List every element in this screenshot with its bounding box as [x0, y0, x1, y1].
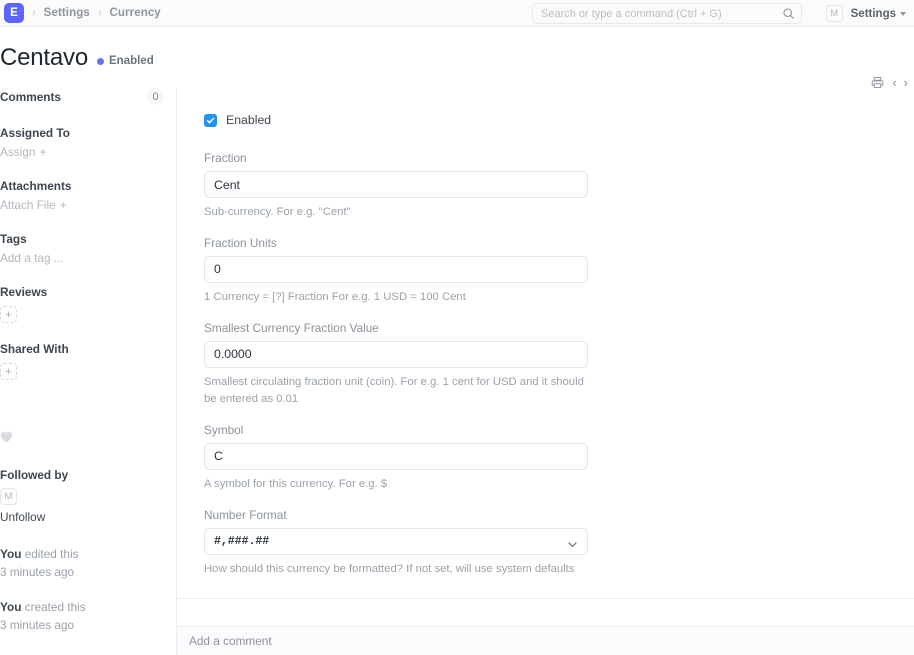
field-label: Fraction	[204, 151, 914, 165]
follower-avatar[interactable]: M	[0, 488, 17, 505]
sidebar-section-tags: Tags Add a tag ...	[0, 232, 164, 265]
field-label: Symbol	[204, 423, 914, 437]
avatar[interactable]: M	[826, 5, 843, 22]
field-help: How should this currency be formatted? I…	[204, 561, 596, 578]
field-symbol: Symbol A symbol for this currency. For e…	[204, 423, 914, 493]
comments-label: Comments	[0, 90, 61, 104]
breadcrumb-item-settings[interactable]: Settings	[44, 7, 90, 19]
assigned-to-label: Assigned To	[0, 126, 164, 140]
add-tag-label: Add a tag ...	[0, 251, 64, 265]
comment-section: Add a comment	[177, 626, 914, 655]
assign-label: Assign	[0, 145, 35, 159]
sidebar-section-attachments: Attachments Attach File +	[0, 179, 164, 212]
breadcrumb-item-currency[interactable]: Currency	[110, 7, 161, 19]
number-format-select[interactable]	[204, 528, 588, 555]
field-label: Fraction Units	[204, 236, 914, 250]
reviews-label: Reviews	[0, 285, 164, 299]
field-help: 1 Currency = [?] Fraction For e.g. 1 USD…	[204, 289, 596, 306]
comments-count: 0	[147, 88, 164, 105]
smallest-fraction-value-input[interactable]	[204, 341, 588, 368]
plus-icon: +	[60, 198, 67, 212]
sidebar-section-followed-by: Followed by M Unfollow	[0, 468, 164, 524]
attachments-label: Attachments	[0, 179, 164, 193]
enabled-checkbox[interactable]	[204, 114, 217, 127]
attach-file-label: Attach File	[0, 198, 56, 212]
page-title: Centavo	[0, 46, 88, 70]
plus-icon: +	[39, 145, 46, 159]
add-tag-input[interactable]: Add a tag ...	[0, 251, 164, 265]
field-label: Smallest Currency Fraction Value	[204, 321, 914, 335]
activity-action: created this	[25, 600, 86, 614]
fraction-units-input[interactable]	[204, 256, 588, 283]
page-header: Centavo Enabled ‹ ›	[0, 27, 914, 88]
app-logo[interactable]: E	[4, 3, 24, 23]
page-body: Comments 0 Assigned To Assign + Attachme…	[0, 88, 914, 655]
symbol-input[interactable]	[204, 443, 588, 470]
tags-label: Tags	[0, 232, 164, 246]
status-dot-icon	[97, 58, 104, 65]
user-menu[interactable]: Settings	[851, 8, 906, 20]
activity-time: 3 minutes ago	[0, 563, 164, 581]
sidebar-section-assigned-to: Assigned To Assign +	[0, 126, 164, 159]
search-input[interactable]	[532, 3, 802, 24]
field-help: Sub-currency. For e.g. "Cent"	[204, 204, 596, 221]
activity-actor: You	[0, 600, 21, 614]
followed-by-label: Followed by	[0, 468, 164, 482]
activity-item-created: You created this 3 minutes ago	[0, 598, 164, 635]
add-review-button[interactable]: +	[0, 306, 17, 323]
field-help: A symbol for this currency. For e.g. $	[204, 476, 596, 493]
field-fraction-units: Fraction Units 1 Currency = [?] Fraction…	[204, 236, 914, 306]
user-menu-label: Settings	[851, 8, 896, 20]
field-help: Smallest circulating fraction unit (coin…	[204, 374, 596, 408]
sidebar: Comments 0 Assigned To Assign + Attachme…	[0, 88, 177, 655]
chevron-down-icon	[900, 12, 906, 16]
field-number-format: Number Format How should this currency b…	[204, 508, 914, 578]
fraction-input[interactable]	[204, 171, 588, 198]
sidebar-section-shared-with: Shared With +	[0, 342, 164, 380]
sidebar-section-reviews: Reviews +	[0, 285, 164, 323]
field-label: Number Format	[204, 508, 914, 522]
number-format-select-wrap	[204, 528, 588, 555]
navbar: E › Settings › Currency M Settings	[0, 0, 914, 27]
heart-icon[interactable]	[0, 431, 164, 446]
activity-item-edited: You edited this 3 minutes ago	[0, 545, 164, 582]
breadcrumb: E › Settings › Currency	[2, 3, 161, 23]
title-block: Centavo Enabled	[0, 46, 154, 70]
breadcrumb-separator-1: ›	[24, 8, 44, 19]
shared-with-label: Shared With	[0, 342, 164, 356]
currency-form: Enabled Fraction Sub-currency. For e.g. …	[177, 88, 914, 599]
sidebar-item-comments[interactable]: Comments 0	[0, 88, 164, 105]
breadcrumb-separator-2: ›	[90, 8, 110, 19]
activity-actor: You	[0, 547, 21, 561]
assign-button[interactable]: Assign +	[0, 145, 164, 159]
navbar-user-area: M Settings	[826, 0, 906, 27]
comment-section-title: Add a comment	[177, 626, 914, 655]
enabled-checkbox-label: Enabled	[226, 113, 271, 127]
attach-file-button[interactable]: Attach File +	[0, 198, 164, 212]
field-fraction: Fraction Sub-currency. For e.g. "Cent"	[204, 151, 914, 221]
unfollow-button[interactable]: Unfollow	[0, 510, 164, 524]
status-badge[interactable]: Enabled	[97, 55, 154, 67]
enabled-checkbox-row[interactable]: Enabled	[204, 113, 914, 127]
status-label: Enabled	[109, 55, 154, 67]
search-container	[532, 3, 802, 24]
activity-action: edited this	[25, 547, 79, 561]
add-share-button[interactable]: +	[0, 363, 17, 380]
activity-time: 3 minutes ago	[0, 616, 164, 634]
main-content: Enabled Fraction Sub-currency. For e.g. …	[177, 88, 914, 655]
field-smallest-currency-fraction-value: Smallest Currency Fraction Value Smalles…	[204, 321, 914, 408]
